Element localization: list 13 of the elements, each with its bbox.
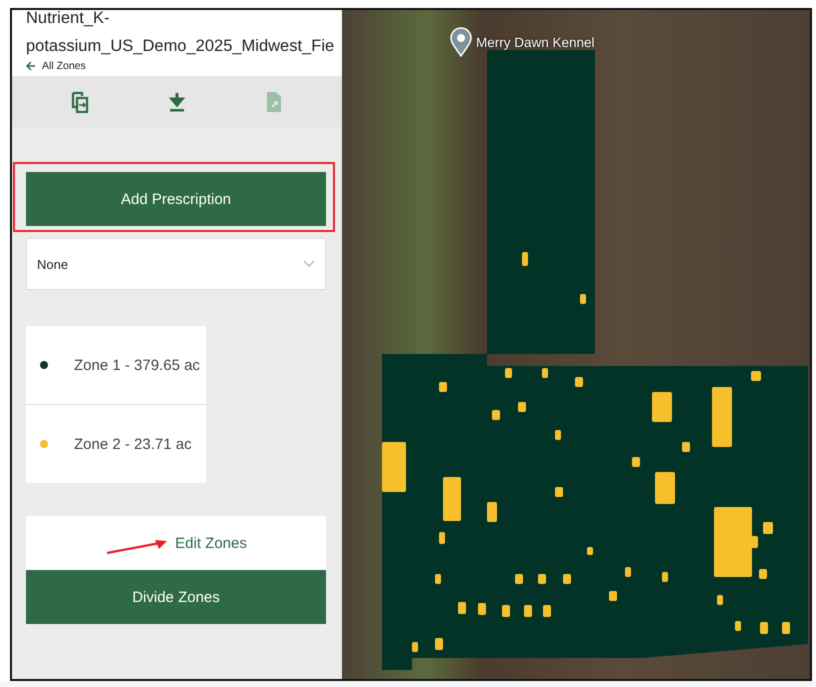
map-pin-icon[interactable]	[450, 27, 472, 57]
add-prescription-button[interactable]: Add Prescription	[26, 172, 326, 226]
download-icon[interactable]	[166, 91, 187, 113]
back-arrow-icon[interactable]	[26, 61, 36, 71]
page-title: Nutrient_K-potassium_US_Demo_2025_Midwest_Fie	[26, 10, 336, 57]
divide-zones-button[interactable]: Divide Zones	[26, 570, 326, 624]
copy-icon[interactable]	[70, 91, 90, 113]
edit-zones-link[interactable]: Edit Zones	[175, 534, 247, 552]
prescription-dropdown[interactable]: None	[26, 238, 326, 290]
back-link[interactable]: All Zones	[26, 60, 342, 72]
place-label: Merry Dawn Kennel	[476, 34, 595, 50]
zone-label: Zone 2 - 23.71 ac	[74, 436, 192, 452]
zone-label: Zone 1 - 379.65 ac	[74, 356, 200, 374]
